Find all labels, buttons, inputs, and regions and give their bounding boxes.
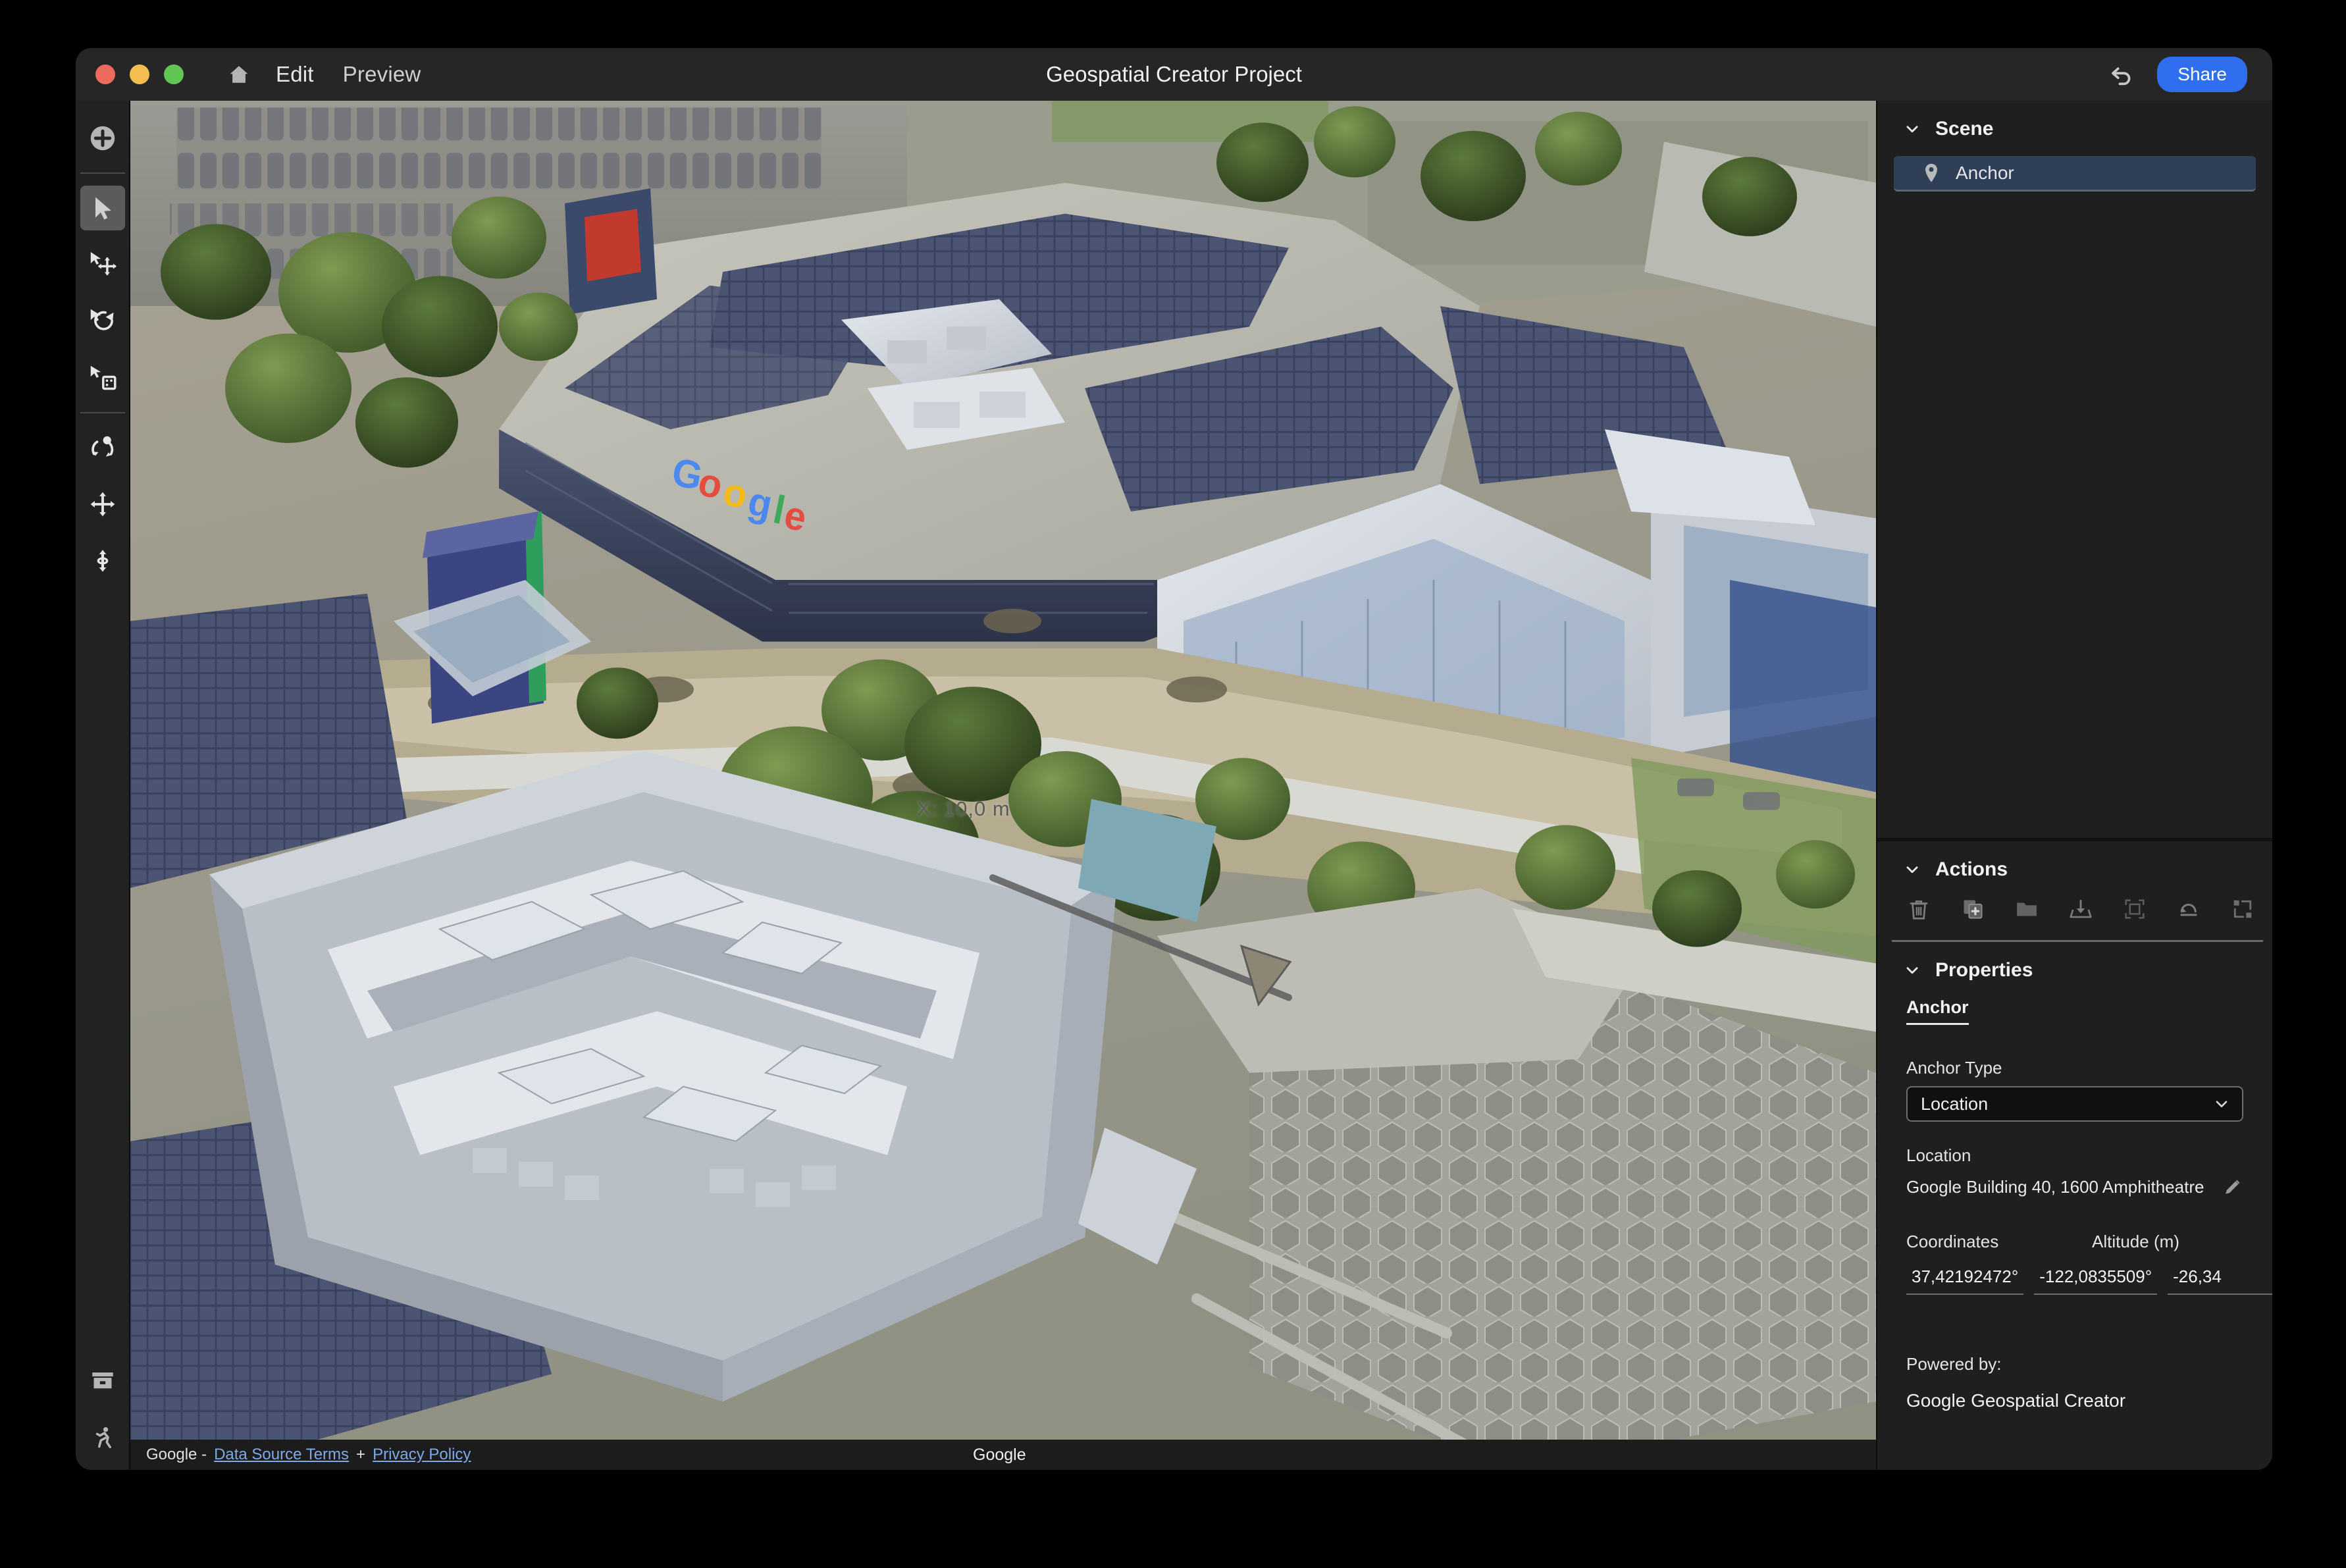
- privacy-policy-link[interactable]: Privacy Policy: [373, 1446, 471, 1464]
- scene-title: Scene: [1935, 118, 1994, 140]
- close-window-button[interactable]: [95, 65, 115, 84]
- google-watermark: Google: [973, 1445, 1026, 1464]
- coordinates-label: Coordinates: [1906, 1232, 1999, 1251]
- menu-edit[interactable]: Edit: [276, 62, 314, 87]
- menu-preview[interactable]: Preview: [343, 62, 421, 87]
- home-icon: [228, 63, 250, 86]
- chevron-down-icon: [1904, 120, 1921, 138]
- scene-item-anchor[interactable]: Anchor: [1894, 156, 2256, 192]
- minimize-window-button[interactable]: [130, 65, 149, 84]
- right-panel: Scene Anchor Actions Properties Anchor A…: [1877, 101, 2272, 1470]
- location-row: Google Building 40, 1600 Amphitheatre P…: [1906, 1174, 2246, 1200]
- map-pin-icon: [1923, 163, 1940, 184]
- orbit-tool[interactable]: [80, 425, 125, 470]
- add-object-tool[interactable]: [80, 116, 125, 161]
- pan-tool[interactable]: [80, 482, 125, 527]
- altitude-field[interactable]: -26,34: [2168, 1264, 2272, 1295]
- map-attribution: Google - Data Source Terms + Privacy Pol…: [146, 1446, 471, 1464]
- actions-section-header[interactable]: Actions: [1877, 841, 2272, 891]
- rotate-arrow-icon: [88, 306, 118, 336]
- scene-section: Scene Anchor: [1877, 101, 2272, 841]
- application-body: G o o g l e X: 10,0 m Google - Data Sour…: [76, 101, 2272, 1470]
- 3d-viewport[interactable]: G o o g l e X: 10,0 m Google - Data Sour…: [130, 101, 1877, 1470]
- frame-selection-icon[interactable]: [2121, 895, 2149, 923]
- swap-replace-icon[interactable]: [2229, 895, 2256, 923]
- data-source-terms-link[interactable]: Data Source Terms: [214, 1446, 349, 1464]
- home-button[interactable]: [224, 60, 253, 89]
- chevron-down-icon: [1904, 962, 1921, 979]
- duplicate-icon[interactable]: [1959, 895, 1987, 923]
- share-button[interactable]: Share: [2157, 57, 2247, 92]
- scene-section-header[interactable]: Scene: [1877, 101, 2272, 151]
- powered-by-name: Google Geospatial Creator: [1906, 1390, 2126, 1411]
- undo-button[interactable]: [2106, 59, 2137, 90]
- link-separator: +: [356, 1446, 366, 1463]
- toolbar-divider-2: [80, 412, 125, 413]
- select-tool[interactable]: [80, 186, 125, 230]
- tab-anchor[interactable]: Anchor: [1906, 997, 1969, 1025]
- plus-circle-icon: [88, 123, 118, 153]
- latitude-field[interactable]: 37,42192472°: [1906, 1264, 2024, 1295]
- aerial-3d-scene: G o o g l e: [130, 101, 1876, 1470]
- reset-icon[interactable]: [2175, 895, 2203, 923]
- viewport-status-bar: Google - Data Source Terms + Privacy Pol…: [130, 1440, 1876, 1470]
- coordinates-row: 37,42192472° -122,0835509° -26,34: [1906, 1264, 2272, 1295]
- running-person-icon: [89, 1424, 117, 1452]
- anchor-type-select[interactable]: Location: [1906, 1086, 2243, 1122]
- assets-tool[interactable]: [80, 1359, 125, 1404]
- window-controls: [95, 65, 184, 84]
- anchor-type-value: Location: [1921, 1093, 1989, 1114]
- orbit-icon: [88, 432, 118, 463]
- toolbar-divider-1: [80, 172, 125, 174]
- edit-location-button[interactable]: [2220, 1174, 2246, 1200]
- pencil-icon: [2222, 1176, 2244, 1198]
- walk-mode-tool[interactable]: [80, 1416, 125, 1461]
- rotate-tool[interactable]: [80, 299, 125, 344]
- location-value: Google Building 40, 1600 Amphitheatre P…: [1906, 1176, 2208, 1197]
- group-folder-icon[interactable]: [2013, 895, 2041, 923]
- coordinates-header: Coordinates Altitude (m): [1906, 1232, 2243, 1252]
- maximize-window-button[interactable]: [164, 65, 184, 84]
- properties-section: Properties Anchor Anchor Type Location L…: [1877, 942, 2272, 1431]
- archive-box-icon: [89, 1368, 117, 1396]
- application-window: Edit Preview Geospatial Creator Project …: [76, 48, 2272, 1470]
- move-arrows-icon: [88, 249, 118, 280]
- undo-icon: [2108, 61, 2135, 88]
- chevron-down-icon: [1904, 861, 1921, 878]
- actions-title: Actions: [1935, 858, 2008, 880]
- chevron-down-icon: [2213, 1095, 2230, 1112]
- actions-toolbar: [1877, 891, 2272, 940]
- properties-section-header[interactable]: Properties: [1877, 942, 2272, 992]
- actions-section: Actions: [1877, 841, 2272, 942]
- left-toolbar: [76, 101, 130, 1470]
- altitude-label: Altitude (m): [2092, 1232, 2179, 1251]
- import-icon[interactable]: [2067, 895, 2095, 923]
- powered-by-label: Powered by:: [1906, 1354, 2002, 1374]
- vertical-move-icon: [88, 546, 118, 576]
- delete-icon[interactable]: [1905, 895, 1933, 923]
- scale-box-icon: [88, 363, 118, 393]
- scene-item-label: Anchor: [1956, 162, 2014, 183]
- gizmo-measurement-label: X: 10,0 m: [917, 797, 1010, 820]
- attribution-provider: Google -: [146, 1446, 207, 1463]
- longitude-field[interactable]: -122,0835509°: [2034, 1264, 2158, 1295]
- title-bar: Edit Preview Geospatial Creator Project …: [76, 48, 2272, 101]
- zoom-vertical-tool[interactable]: [80, 538, 125, 583]
- location-label: Location: [1906, 1145, 1971, 1165]
- move-tool[interactable]: [80, 242, 125, 287]
- properties-title: Properties: [1935, 959, 2033, 981]
- anchor-type-label: Anchor Type: [1906, 1058, 2002, 1078]
- cursor-arrow-icon: [88, 194, 117, 222]
- scale-tool[interactable]: [80, 355, 125, 400]
- pan-arrows-icon: [88, 489, 118, 519]
- titlebar-actions: Share: [2106, 57, 2247, 92]
